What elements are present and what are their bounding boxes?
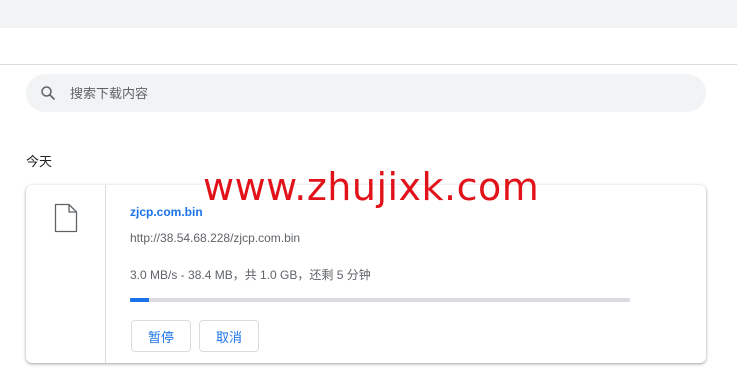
progress-bar <box>130 298 630 302</box>
file-icon-column <box>26 185 106 363</box>
progress-bar-fill <box>130 298 149 302</box>
pause-button[interactable]: 暂停 <box>131 320 191 352</box>
cancel-button[interactable]: 取消 <box>199 320 259 352</box>
search-box[interactable] <box>26 74 706 112</box>
search-input[interactable] <box>70 74 670 112</box>
download-item: zjcp.com.bin http://38.54.68.228/zjcp.co… <box>26 185 706 363</box>
watermark: www.zhujixk.com <box>203 165 540 209</box>
download-status: 3.0 MB/s - 38.4 MB，共 1.0 GB，还剩 5 分钟 <box>130 268 371 282</box>
file-icon <box>54 203 78 233</box>
toolbar-bar <box>0 0 737 28</box>
toolbar-divider <box>0 64 737 65</box>
search-icon <box>41 86 55 100</box>
file-url: http://38.54.68.228/zjcp.com.bin <box>130 231 301 245</box>
date-section-title: 今天 <box>26 154 53 169</box>
file-name-link[interactable]: zjcp.com.bin <box>130 205 203 219</box>
